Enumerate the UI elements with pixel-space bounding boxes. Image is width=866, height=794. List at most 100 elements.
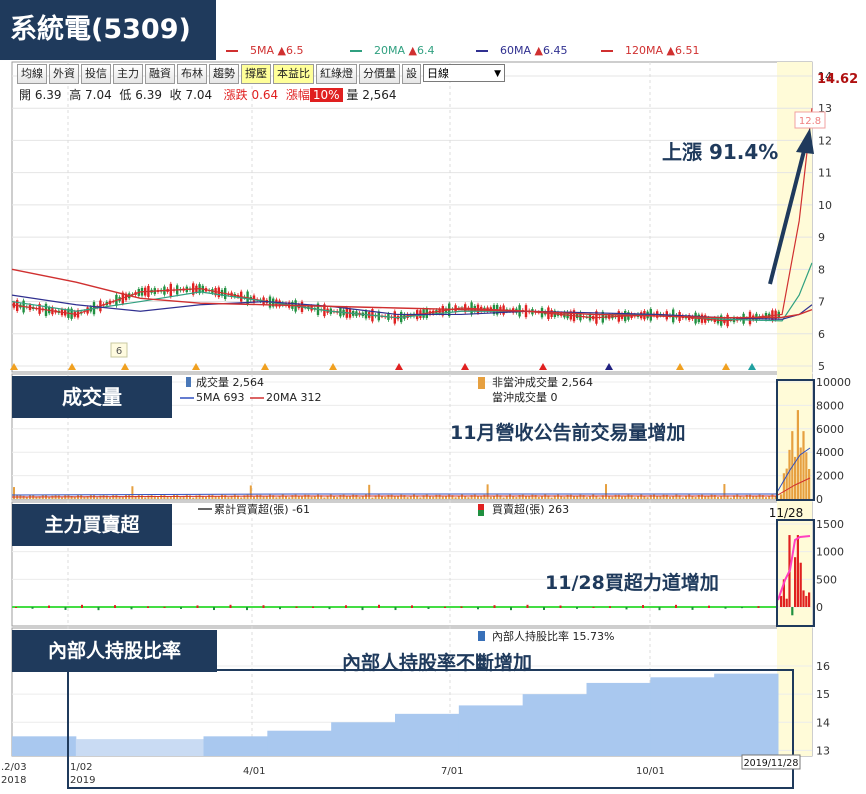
change-value: 0.64 (251, 88, 279, 102)
volume-bar (352, 494, 355, 499)
volume-bar (765, 497, 767, 499)
volume-bar (307, 494, 310, 499)
open-value: 6.39 (34, 88, 62, 102)
insider-step (139, 739, 204, 756)
inst-tick-label: 1000 (816, 546, 844, 559)
inst-bar (576, 607, 578, 609)
ma-legend-120: 120MA ▲6.51 (601, 44, 699, 57)
toolbar-button-traffic-light[interactable]: 紅綠燈 (316, 64, 357, 84)
volume-bar (544, 494, 547, 499)
inst-bar (427, 607, 430, 609)
volume-bar (771, 494, 774, 499)
ma-legend-5: 5MA ▲6.5 (226, 44, 303, 57)
ma-arrow: ▲ (666, 44, 675, 57)
volume-bar (358, 496, 361, 499)
insider-tick-label: 13 (816, 744, 830, 757)
toolbar-button-trust[interactable]: 投信 (81, 64, 111, 84)
ma-legend-60: 60MA ▲6.45 (476, 44, 567, 57)
toolbar-button-settings[interactable]: 設 (402, 64, 421, 84)
inst-bar (64, 607, 67, 610)
inst-bar (411, 605, 413, 608)
volume-bar (368, 484, 371, 499)
inst-bar (785, 598, 788, 607)
toolbar-button-trend[interactable]: 趨勢 (209, 64, 239, 84)
price-tick-label: 10 (818, 199, 832, 212)
peak-label: 12.8 (799, 116, 821, 127)
volume-bar (796, 410, 799, 499)
volume-bar (489, 496, 492, 499)
toolbar-button-support[interactable]: 撐壓 (241, 64, 271, 84)
volume-bar (477, 496, 479, 499)
toolbar-button-price-volume[interactable]: 分價量 (359, 64, 400, 84)
ma-legend-20: 20MA ▲6.4 (350, 44, 434, 57)
volume-bar (669, 496, 671, 499)
volume-bar (160, 495, 163, 499)
volume-bar (221, 494, 223, 499)
inst-bar (799, 562, 802, 607)
volume-bar (157, 497, 159, 499)
volume-bar (585, 497, 588, 499)
low-marker: 6 (116, 346, 122, 357)
volume-bar (480, 496, 483, 499)
price-tick-label: 6 (818, 328, 825, 341)
volume-bar (240, 497, 243, 499)
ohlc-summary: 開 6.39 高 7.04 低 6.39 收 7.04 漲跌 0.64 漲幅 10… (19, 86, 397, 103)
volume-bar (624, 496, 627, 499)
inst-bar (675, 604, 677, 608)
close-label: 收 (169, 88, 182, 102)
vol-date-marker: 11/28 (769, 506, 804, 520)
insider-section-badge: 內部人持股比率 (12, 630, 217, 672)
toolbar-button-margin[interactable]: 融資 (145, 64, 175, 84)
vol-legend-swatch (186, 377, 191, 387)
toolbar-button-foreign[interactable]: 外資 (49, 64, 79, 84)
period-select[interactable]: 日線 ▼ (423, 64, 505, 82)
volume-bar (349, 496, 351, 499)
volume-bar (681, 497, 684, 499)
ma-value: 6.45 (542, 44, 568, 57)
ma-label: 20MA (374, 44, 406, 57)
inst-bar (97, 607, 100, 611)
inst-bar (477, 607, 479, 610)
inst-bar (609, 606, 611, 608)
inst-bar (81, 604, 83, 608)
volume-bar (749, 494, 751, 499)
inst-bar (510, 607, 512, 611)
volume-bar (598, 497, 601, 499)
volume-bar (413, 494, 415, 499)
volume-bar (521, 494, 524, 499)
institutional-annotation: 11/28買超力道增加 (545, 572, 719, 594)
volume-bar (701, 494, 703, 499)
inst-bar (48, 605, 50, 608)
inst-bar (559, 605, 562, 608)
change-label: 漲跌 (223, 88, 248, 102)
ma-swatch (476, 50, 488, 52)
inst-bar (796, 535, 799, 607)
volume-tick-label: 2000 (816, 470, 844, 483)
insider-legend: 內部人持股比率 15.73% (492, 629, 614, 643)
volume-bar (61, 497, 63, 499)
volume-bar (579, 494, 582, 499)
inst-bar (295, 606, 298, 608)
volume-bar (550, 497, 553, 499)
toolbar-button-bollinger[interactable]: 布林 (177, 64, 207, 84)
pct-value: 10% (309, 88, 343, 102)
volume-bar (633, 497, 636, 499)
volume-bar (310, 496, 313, 499)
volume-bar (269, 494, 271, 499)
toolbar-button-ma[interactable]: 均線 (17, 64, 47, 84)
volume-bar (259, 494, 262, 499)
toolbar-button-pe[interactable]: 本益比 (273, 64, 314, 84)
price-tick-label: 12 (818, 134, 832, 147)
highlight-band (777, 62, 812, 756)
volume-bar (496, 494, 499, 499)
daily-legend-swatch-down (478, 510, 484, 516)
volume-bar (406, 497, 409, 499)
toolbar-button-main-force[interactable]: 主力 (113, 64, 143, 84)
volume-bar (461, 494, 463, 499)
volume-bar (233, 494, 236, 499)
ma-label: 60MA (500, 44, 532, 57)
inst-bar (808, 592, 811, 607)
volume-bar (377, 494, 380, 499)
vol-20ma-legend: 20MA 312 (266, 391, 322, 404)
volume-bar (627, 494, 630, 499)
